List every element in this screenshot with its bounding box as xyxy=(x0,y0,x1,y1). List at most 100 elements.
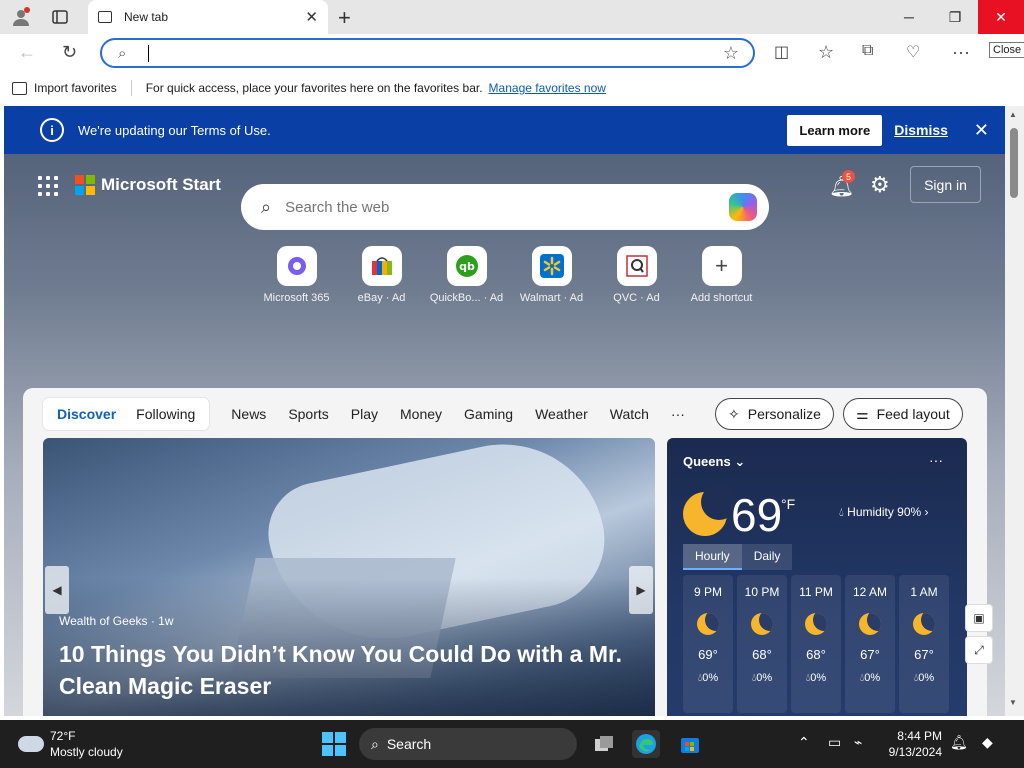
forecast-precip: 💧︎0% xyxy=(805,672,827,684)
forecast-precip: 💧︎0% xyxy=(859,672,881,684)
manage-favorites-link[interactable]: Manage favorites now xyxy=(489,81,606,95)
show-hidden-icons-icon[interactable]: ⌃ xyxy=(798,734,810,751)
background-image-icon[interactable]: ▣ xyxy=(965,604,993,632)
weather-location[interactable]: Queens ⌄ xyxy=(683,454,745,470)
shortcut-microsoft-365[interactable]: Microsoft 365 xyxy=(254,246,339,304)
learn-more-button[interactable]: Learn more xyxy=(787,114,883,146)
microsoft-store-icon[interactable] xyxy=(676,730,704,758)
previous-arrow-icon[interactable]: ◀ xyxy=(45,566,69,614)
navigation-bar: ← ↻ ⌕ ☆ ◫ ☆ ⧉ ♡ ··· xyxy=(0,34,1024,72)
tab-new-tab[interactable]: New tab ✕ xyxy=(88,0,328,34)
new-tab-page: i We're updating our Terms of Use. Learn… xyxy=(4,106,1005,716)
personalize-button[interactable]: ✧ Personalize xyxy=(715,398,834,430)
search-icon: ⌕ xyxy=(371,735,379,752)
nav-sports[interactable]: Sports xyxy=(288,406,328,422)
chevron-down-icon: ⌄ xyxy=(734,454,746,469)
weather-more-icon[interactable]: ··· xyxy=(929,452,943,468)
tab-following[interactable]: Following xyxy=(126,406,205,422)
import-favorites-label: Import favorites xyxy=(34,81,117,95)
dismiss-link[interactable]: Dismiss xyxy=(894,122,948,138)
new-tab-button[interactable]: + xyxy=(338,5,351,31)
nav-play[interactable]: Play xyxy=(351,406,378,422)
shortcut-walmart[interactable]: Walmart · Ad xyxy=(509,246,594,304)
page-scrollbar[interactable]: ▲ ▼ xyxy=(1005,106,1024,716)
notification-icon[interactable]: 🔔︎ xyxy=(950,734,968,751)
chevron-right-icon: › xyxy=(924,505,929,519)
import-favorites-button[interactable]: Import favorites xyxy=(12,81,117,95)
temperature-unit: °F xyxy=(781,496,796,512)
forecast-hour: 10 PM 68° 💧︎0% xyxy=(737,575,787,713)
workspaces-icon[interactable] xyxy=(49,6,71,28)
next-arrow-icon[interactable]: ▶ xyxy=(629,566,653,614)
hourly-forecast: 9 PM 69° 💧︎0% 10 PM 68° 💧︎0% 11 PM 68° 💧… xyxy=(683,575,953,713)
article-headline[interactable]: 10 Things You Didn’t Know You Could Do w… xyxy=(59,638,639,702)
task-view-icon[interactable] xyxy=(590,730,618,758)
favorites-icon[interactable]: ☆ xyxy=(818,42,834,63)
restore-button[interactable]: ❐ xyxy=(932,0,978,34)
taskbar-search-box[interactable]: ⌕ Search xyxy=(359,728,577,760)
refresh-icon[interactable]: ↻ xyxy=(62,42,77,63)
forecast-time: 12 AM xyxy=(852,585,888,599)
close-tab-icon[interactable]: ✕ xyxy=(305,8,318,26)
network-icon[interactable]: ⌁ xyxy=(854,734,862,751)
browser-essentials-icon[interactable]: ♡ xyxy=(906,42,920,62)
taskbar-weather-desc: Mostly cloudy xyxy=(50,745,123,759)
minimize-button[interactable]: ─ xyxy=(886,0,932,34)
settings-more-icon[interactable]: ··· xyxy=(952,42,970,63)
back-icon[interactable]: ← xyxy=(18,42,36,63)
system-clock[interactable]: 8:44 PM 9/13/2024 xyxy=(886,728,942,760)
taskbar-weather-widget[interactable]: 72°F Mostly cloudy xyxy=(18,728,123,760)
import-icon xyxy=(12,81,27,95)
nav-money[interactable]: Money xyxy=(400,406,442,422)
feed-layout-button[interactable]: ⚌ Feed layout xyxy=(843,398,963,430)
humidity: 💧︎ Humidity 90% › xyxy=(839,505,929,520)
shortcut-quickbooks[interactable]: qb QuickBo... · Ad xyxy=(424,246,509,304)
brand-name: Microsoft Start xyxy=(101,175,221,194)
forecast-time: 10 PM xyxy=(744,585,780,599)
copilot-icon[interactable] xyxy=(729,193,757,221)
tab-hourly[interactable]: Hourly xyxy=(683,544,742,570)
favorites-bar: Import favorites For quick access, place… xyxy=(0,72,1024,104)
split-screen-icon[interactable]: ◫ xyxy=(774,42,789,62)
weather-tabs: Hourly Daily xyxy=(683,544,793,570)
edge-browser-icon[interactable] xyxy=(632,730,660,758)
app-launcher-icon[interactable] xyxy=(38,176,58,196)
walmart-icon xyxy=(531,246,572,286)
svg-text:qb: qb xyxy=(459,260,475,273)
close-window-button[interactable]: ✕ xyxy=(978,0,1024,34)
address-bar[interactable]: ⌕ ☆ xyxy=(100,38,755,68)
scroll-down-icon[interactable]: ▼ xyxy=(1009,698,1017,707)
profile-icon[interactable] xyxy=(10,6,32,28)
weather-card[interactable]: Queens ⌄ ··· 69 °F 💧︎ Humidity 90% › Hou… xyxy=(667,438,967,716)
tab-daily[interactable]: Daily xyxy=(741,544,793,570)
close-banner-icon[interactable]: ✕ xyxy=(974,120,989,141)
favorite-star-icon[interactable]: ☆ xyxy=(723,43,739,64)
web-search-input[interactable] xyxy=(285,198,729,216)
scroll-up-icon[interactable]: ▲ xyxy=(1009,110,1017,119)
hero-article-card[interactable]: ◀ ▶ Wealth of Geeks · 1w 10 Things You D… xyxy=(43,438,655,716)
nav-more-button[interactable]: ··· xyxy=(671,406,685,422)
tab-discover[interactable]: Discover xyxy=(47,406,126,422)
sign-in-button[interactable]: Sign in xyxy=(910,166,981,203)
shortcut-ebay[interactable]: eBay · Ad xyxy=(339,246,424,304)
add-shortcut-button[interactable]: + Add shortcut xyxy=(679,246,764,304)
feed-layout-label: Feed layout xyxy=(876,406,950,422)
nav-watch[interactable]: Watch xyxy=(610,406,649,422)
collections-icon[interactable]: ⧉ xyxy=(862,42,873,60)
display-icon[interactable]: ▭ xyxy=(828,734,841,751)
nav-news[interactable]: News xyxy=(231,406,266,422)
forecast-time: 1 AM xyxy=(910,585,938,599)
nav-gaming[interactable]: Gaming xyxy=(464,406,513,422)
microsoft-start-logo[interactable]: Microsoft Start xyxy=(75,175,221,195)
copilot-taskbar-icon[interactable]: ◆ xyxy=(982,734,993,751)
forecast-hour: 11 PM 68° 💧︎0% xyxy=(791,575,841,713)
scroll-thumb[interactable] xyxy=(1010,128,1018,198)
shortcut-qvc[interactable]: QVC · Ad xyxy=(594,246,679,304)
moon-icon xyxy=(697,613,719,635)
expand-icon[interactable]: ⤢ xyxy=(965,636,993,664)
new-tab-favicon-icon xyxy=(98,11,112,23)
page-settings-gear-icon[interactable]: ⚙ xyxy=(870,172,890,198)
forecast-hour: 1 AM 67° 💧︎0% xyxy=(899,575,949,713)
windows-start-icon[interactable] xyxy=(322,732,346,756)
nav-weather[interactable]: Weather xyxy=(535,406,588,422)
